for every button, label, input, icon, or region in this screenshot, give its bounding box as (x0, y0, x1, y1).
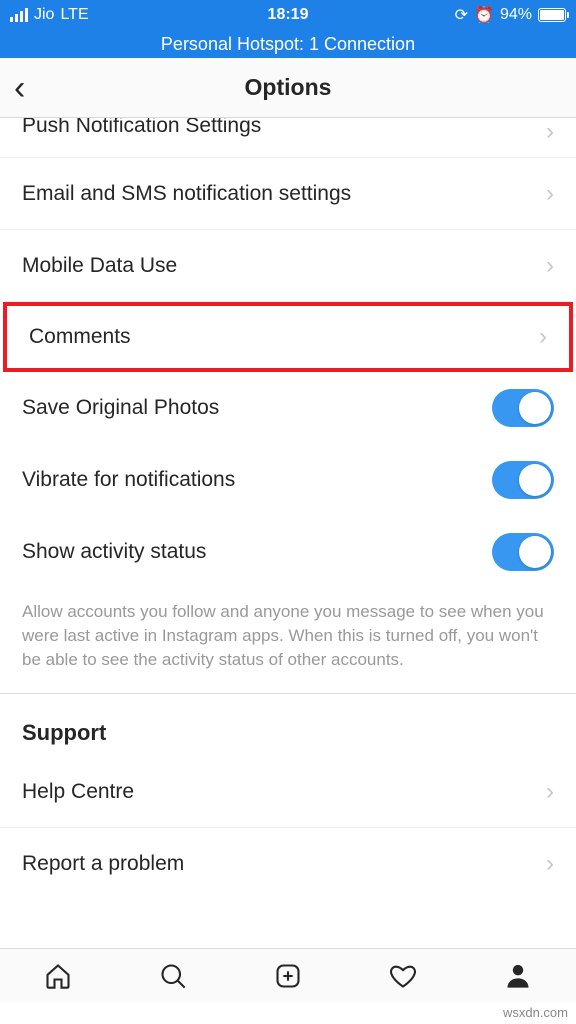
help-centre-label: Help Centre (22, 780, 134, 804)
activity-status-toggle[interactable] (492, 533, 554, 571)
chevron-right-icon: › (546, 850, 554, 878)
activity-status-label: Show activity status (22, 540, 206, 564)
vibrate-row: Vibrate for notifications (0, 444, 576, 516)
search-tab[interactable] (158, 961, 188, 991)
status-time: 18:19 (268, 6, 309, 24)
back-button[interactable]: ‹ (14, 71, 25, 105)
highlight-annotation: Comments › (3, 302, 573, 372)
add-post-tab[interactable] (273, 961, 303, 991)
search-icon (159, 962, 187, 990)
vibrate-label: Vibrate for notifications (22, 468, 235, 492)
chevron-right-icon: › (546, 778, 554, 806)
signal-icon (10, 8, 28, 22)
activity-tab[interactable] (388, 961, 418, 991)
mobile-data-label: Mobile Data Use (22, 254, 177, 278)
alarm-icon: ⏰ (474, 5, 494, 25)
nav-header: ‹ Options (0, 58, 576, 118)
profile-icon (504, 962, 532, 990)
status-left: Jio LTE (10, 6, 89, 24)
add-icon (274, 962, 302, 990)
email-sms-label: Email and SMS notification settings (22, 182, 351, 206)
help-centre-row[interactable]: Help Centre › (0, 756, 576, 828)
profile-tab[interactable] (503, 961, 533, 991)
status-bar: Jio LTE 18:19 ⟳ ⏰ 94% (0, 0, 576, 30)
content-area: Push Notification Settings › Email and S… (0, 118, 576, 966)
mobile-data-row[interactable]: Mobile Data Use › (0, 230, 576, 302)
heart-icon (389, 962, 417, 990)
push-notifications-row[interactable]: Push Notification Settings › (0, 118, 576, 158)
hotspot-text: Personal Hotspot: 1 Connection (161, 34, 415, 55)
report-problem-label: Report a problem (22, 852, 184, 876)
home-icon (44, 962, 72, 990)
home-tab[interactable] (43, 961, 73, 991)
push-notifications-label: Push Notification Settings (22, 118, 261, 138)
network-label: LTE (60, 6, 88, 24)
carrier-label: Jio (34, 6, 54, 24)
chevron-right-icon: › (546, 252, 554, 280)
save-photos-label: Save Original Photos (22, 396, 219, 420)
hotspot-bar[interactable]: Personal Hotspot: 1 Connection (0, 30, 576, 58)
report-problem-row[interactable]: Report a problem › (0, 828, 576, 900)
vibrate-toggle[interactable] (492, 461, 554, 499)
status-right: ⟳ ⏰ 94% (455, 5, 566, 25)
save-photos-toggle[interactable] (492, 389, 554, 427)
location-icon: ⟳ (455, 5, 468, 25)
activity-status-row: Show activity status (0, 516, 576, 588)
page-title: Options (245, 74, 332, 101)
watermark: wsxdn.com (503, 1005, 568, 1020)
email-sms-row[interactable]: Email and SMS notification settings › (0, 158, 576, 230)
battery-percent: 94% (500, 6, 532, 24)
battery-icon (538, 8, 566, 22)
comments-row[interactable]: Comments › (7, 306, 569, 368)
comments-label: Comments (29, 325, 131, 349)
chevron-right-icon: › (546, 118, 554, 146)
activity-status-description: Allow accounts you follow and anyone you… (0, 588, 576, 693)
save-photos-row: Save Original Photos (0, 372, 576, 444)
support-section-header: Support (0, 694, 576, 756)
chevron-right-icon: › (539, 323, 547, 351)
chevron-right-icon: › (546, 180, 554, 208)
tab-bar (0, 948, 576, 1002)
